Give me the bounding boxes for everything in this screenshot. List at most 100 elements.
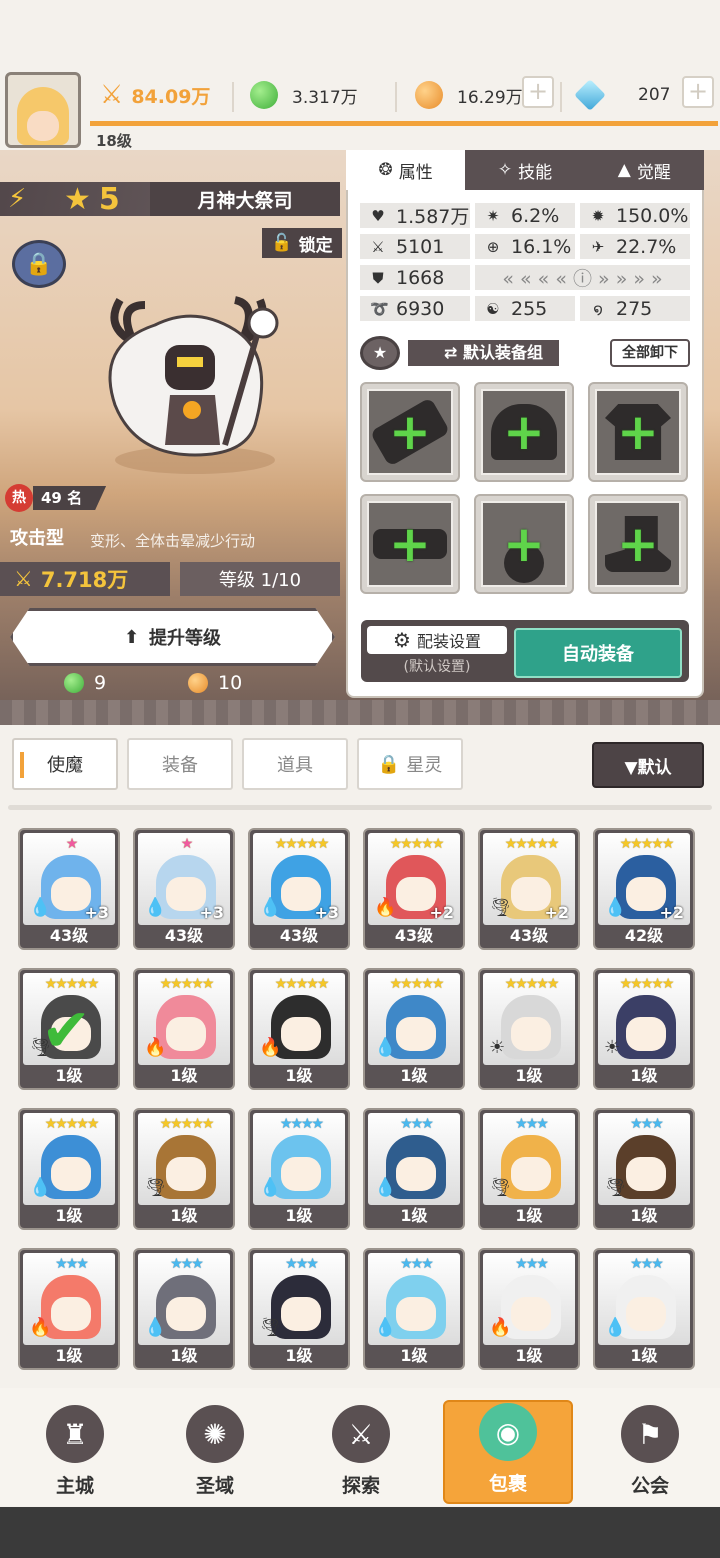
armor-slot[interactable]: +: [588, 382, 688, 482]
familiar-level: 43级: [394, 926, 434, 945]
star-rating: ★: [65, 836, 79, 852]
star-badge-icon: ★: [360, 336, 400, 370]
familiar-card[interactable]: ★★★★★ 💧 1级: [18, 1108, 120, 1230]
familiar-portrait: ★★★★★ 💧: [368, 973, 460, 1065]
locked-skin-icon[interactable]: 🔒: [12, 240, 66, 288]
weapon-slot[interactable]: +: [360, 382, 460, 482]
familiar-face-icon: [396, 1157, 436, 1191]
heart-icon: ♥: [371, 206, 385, 225]
familiar-card[interactable]: ★★★ 🌪 1级: [478, 1108, 580, 1230]
familiar-card[interactable]: ★★★ 💧 1级: [363, 1108, 465, 1230]
auto-equip-button[interactable]: 自动装备: [514, 628, 682, 678]
familiar-level: 1级: [630, 1066, 658, 1085]
familiar-face-icon: [281, 1017, 321, 1051]
hot-badge: 热: [5, 484, 33, 512]
familiar-card[interactable]: ★★★★★ 🔥 +2 43级: [363, 828, 465, 950]
upgrade-level-button[interactable]: ⬆ 提升等级: [10, 608, 335, 666]
element-icon: 🌪: [259, 1317, 282, 1338]
familiar-card[interactable]: ★★★ 🌪 1级: [248, 1248, 350, 1370]
tab-awaken[interactable]: ▲ 觉醒: [584, 150, 704, 190]
familiar-card[interactable]: ★★★★★ ☀ 1级: [478, 968, 580, 1090]
cost-orange-value: 10: [218, 672, 243, 694]
element-icon: 🌪: [604, 1177, 627, 1198]
stat-info-bar[interactable]: « « « « ⓘ » » » »: [475, 265, 690, 290]
tab-star-spirits[interactable]: 🔒 星灵: [357, 738, 463, 790]
familiar-card[interactable]: ★★★★★ 🔥 1级: [133, 968, 235, 1090]
element-icon: 💧: [374, 1317, 397, 1338]
nav-label: 圣域: [195, 1475, 234, 1497]
familiar-level: 43级: [164, 926, 204, 945]
green-currency[interactable]: 3.317万: [250, 80, 358, 110]
cost-green-value: 9: [94, 672, 107, 694]
enhance-level: +3: [84, 903, 109, 922]
nav-sanctuary[interactable]: ✺ 圣域: [150, 1400, 280, 1504]
necklace-slot[interactable]: +: [474, 494, 574, 594]
orange-currency[interactable]: 16.29万: [415, 80, 523, 110]
power-value: 84.09万: [131, 85, 211, 108]
familiar-card[interactable]: ★★★ 💧 1级: [363, 1248, 465, 1370]
section-divider-pattern: [0, 700, 720, 725]
player-avatar[interactable]: [5, 72, 81, 148]
equip-group-selector[interactable]: ⇄ 默认装备组: [408, 340, 559, 366]
warning-icon: « « « « ⓘ » » » »: [502, 268, 663, 290]
element-icon: 💧: [374, 1037, 397, 1058]
helmet-slot[interactable]: +: [474, 382, 574, 482]
gem-currency[interactable]: 207: [574, 79, 670, 111]
star-rating: ★★★★★: [159, 1116, 215, 1132]
tab-skills[interactable]: ✧ 技能: [465, 150, 585, 190]
familiar-level: 43级: [279, 926, 319, 945]
nav-explore[interactable]: ⚔ 探索: [296, 1400, 426, 1504]
awaken-icon: ▲: [617, 160, 631, 180]
familiar-card[interactable]: ★★★★ 💧 1级: [248, 1108, 350, 1230]
familiar-portrait: ★★★★★ 🔥: [138, 973, 230, 1065]
familiar-card[interactable]: ★★★ 💧 1级: [133, 1248, 235, 1370]
familiar-card[interactable]: ★★★★★ 💧 +2 42级: [593, 828, 695, 950]
familiar-card[interactable]: ★ 💧 +3 43级: [18, 828, 120, 950]
unequip-all-button[interactable]: 全部卸下: [610, 339, 690, 367]
element-icon: 💧: [604, 1317, 627, 1338]
familiar-face-icon: [511, 1297, 551, 1331]
add-orange-button[interactable]: +: [522, 76, 554, 108]
sort-dropdown[interactable]: ▼默认: [592, 742, 704, 788]
tab-label: 觉醒: [636, 162, 671, 183]
add-gem-button[interactable]: +: [682, 76, 714, 108]
familiar-card[interactable]: ★ 💧 +3 43级: [133, 828, 235, 950]
element-icon: 💧: [29, 897, 52, 918]
divider: [8, 805, 712, 810]
familiar-level: 1级: [630, 1346, 658, 1365]
star-rating: ★★★: [400, 1116, 434, 1132]
familiar-level: 1级: [400, 1346, 428, 1365]
nav-guild[interactable]: ⚑ 公会: [585, 1400, 715, 1504]
stat-speed: ➰ 6930: [360, 296, 470, 321]
familiar-card[interactable]: ★★★ 🔥 1级: [478, 1248, 580, 1370]
tab-familiars[interactable]: 使魔: [12, 738, 118, 790]
familiar-card[interactable]: ★★★★★ 🌪 +2 43级: [478, 828, 580, 950]
boots-slot[interactable]: +: [588, 494, 688, 594]
loadout-settings-button[interactable]: ⚙ 配装设置: [367, 626, 507, 654]
familiar-card[interactable]: ★★★ 🔥 1级: [18, 1248, 120, 1370]
familiar-card[interactable]: ★★★ 💧 1级: [593, 1248, 695, 1370]
tab-items[interactable]: 道具: [242, 738, 348, 790]
nav-bag[interactable]: ◉ 包裹: [443, 1400, 573, 1504]
familiar-card[interactable]: ★★★★★ 🔥 1级: [248, 968, 350, 1090]
tab-attributes[interactable]: ❂ 属性: [346, 150, 466, 190]
familiar-card[interactable]: ★★★★★ 💧 1级: [363, 968, 465, 1090]
familiar-card[interactable]: ★★★★★ 🌪 1级: [133, 1108, 235, 1230]
stat-crit-damage: ✹ 150.0%: [580, 203, 690, 228]
familiar-level: 1级: [285, 1066, 313, 1085]
lock-button[interactable]: 🔓 锁定: [262, 228, 342, 258]
stat-defense: ⛊ 1668: [360, 265, 470, 290]
familiar-portrait: ★★★ 💧: [368, 1253, 460, 1345]
sword-icon: ⚔: [332, 1405, 390, 1463]
familiar-card[interactable]: ★★★★★ ☀ 1级: [593, 968, 695, 1090]
familiar-face-icon: [51, 1297, 91, 1331]
familiar-card[interactable]: ★★★★★ 💧 +3 43级: [248, 828, 350, 950]
familiar-card[interactable]: ★★★★★ 🌪 ✔ 1级: [18, 968, 120, 1090]
belt-slot[interactable]: +: [360, 494, 460, 594]
tab-label: 属性: [398, 162, 433, 183]
nav-main-city[interactable]: ♜ 主城: [10, 1400, 140, 1504]
familiar-level: 1级: [515, 1066, 543, 1085]
familiar-card[interactable]: ★★★ 🌪 1级: [593, 1108, 695, 1230]
tab-equipment[interactable]: 装备: [127, 738, 233, 790]
element-icon: 💧: [29, 1177, 52, 1198]
